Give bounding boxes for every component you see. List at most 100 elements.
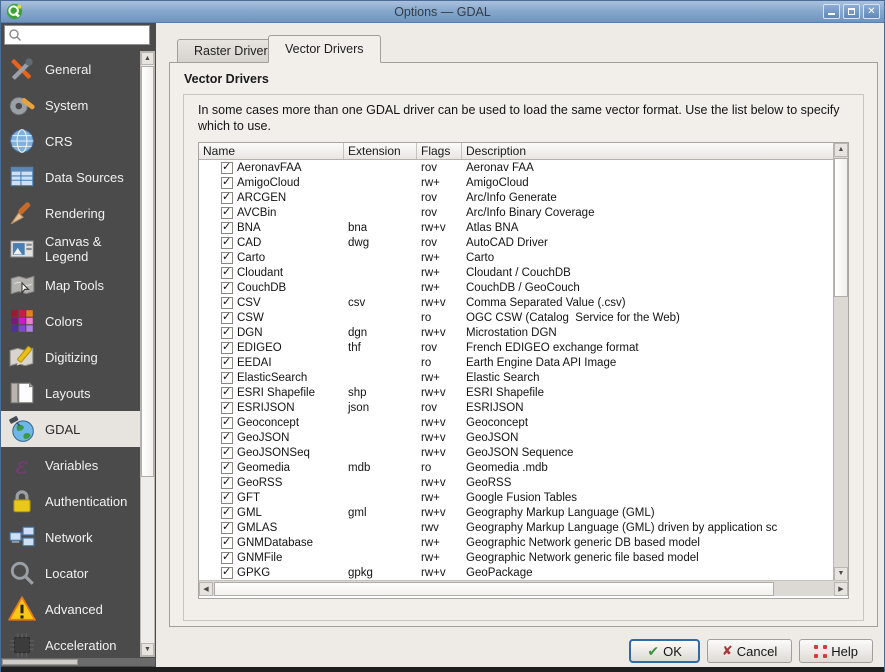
sidebar-item-gdal[interactable]: GDAL xyxy=(1,411,140,447)
sidebar-item-colors[interactable]: Colors xyxy=(1,303,140,339)
driver-checkbox[interactable]: ✓ xyxy=(221,267,233,279)
column-header-extension[interactable]: Extension xyxy=(344,143,417,159)
driver-row[interactable]: ✓GMLgmlrw+vGeography Markup Language (GM… xyxy=(199,505,835,520)
search-input[interactable] xyxy=(22,28,140,42)
table-vscroll-thumb[interactable] xyxy=(834,158,848,297)
driver-checkbox[interactable]: ✓ xyxy=(221,282,233,294)
sidebar-item-map-tools[interactable]: Map Tools xyxy=(1,267,140,303)
sidebar-item-locator[interactable]: Locator xyxy=(1,555,140,591)
driver-row[interactable]: ✓GNMDatabaserw+Geographic Network generi… xyxy=(199,535,835,550)
driver-checkbox[interactable]: ✓ xyxy=(221,357,233,369)
driver-row[interactable]: ✓BNAbnarw+vAtlas BNA xyxy=(199,220,835,235)
maximize-button[interactable] xyxy=(843,4,860,19)
driver-row[interactable]: ✓AVCBinrovArc/Info Binary Coverage xyxy=(199,205,835,220)
driver-row[interactable]: ✓CSWroOGC CSW (Catalog Service for the W… xyxy=(199,310,835,325)
driver-row[interactable]: ✓ESRIJSONjsonrovESRIJSON xyxy=(199,400,835,415)
scroll-down-icon[interactable]: ▼ xyxy=(834,567,848,581)
driver-row[interactable]: ✓DGNdgnrw+vMicrostation DGN xyxy=(199,325,835,340)
sidebar-item-canvas-legend[interactable]: Canvas & Legend xyxy=(1,231,140,267)
scroll-left-icon[interactable]: ◀ xyxy=(199,582,213,596)
sidebar-item-rendering[interactable]: Rendering xyxy=(1,195,140,231)
driver-checkbox[interactable]: ✓ xyxy=(221,447,233,459)
driver-checkbox[interactable]: ✓ xyxy=(221,207,233,219)
sidebar-item-advanced[interactable]: Advanced xyxy=(1,591,140,627)
driver-row[interactable]: ✓ARCGENrovArc/Info Generate xyxy=(199,190,835,205)
scroll-down-icon[interactable]: ▼ xyxy=(141,643,154,656)
driver-checkbox[interactable]: ✓ xyxy=(221,552,233,564)
driver-row[interactable]: ✓GMLASrwvGeography Markup Language (GML)… xyxy=(199,520,835,535)
sidebar-item-acceleration[interactable]: Acceleration xyxy=(1,627,140,657)
driver-checkbox[interactable]: ✓ xyxy=(221,177,233,189)
driver-checkbox[interactable]: ✓ xyxy=(221,312,233,324)
driver-checkbox[interactable]: ✓ xyxy=(221,477,233,489)
driver-checkbox[interactable]: ✓ xyxy=(221,297,233,309)
column-header-description[interactable]: Description xyxy=(462,143,835,159)
driver-row[interactable]: ✓Cloudantrw+Cloudant / CouchDB xyxy=(199,265,835,280)
close-button[interactable]: ✕ xyxy=(863,4,880,19)
driver-row[interactable]: ✓CSVcsvrw+vComma Separated Value (.csv) xyxy=(199,295,835,310)
sidebar-horizontal-scrollbar[interactable] xyxy=(1,658,155,666)
table-vertical-scrollbar[interactable]: ▲ ▼ xyxy=(833,143,848,581)
driver-row[interactable]: ✓Cartorw+Carto xyxy=(199,250,835,265)
minimize-button[interactable] xyxy=(823,4,840,19)
driver-row[interactable]: ✓GeoJSONrw+vGeoJSON xyxy=(199,430,835,445)
sidebar-item-layouts[interactable]: Layouts xyxy=(1,375,140,411)
driver-row[interactable]: ✓ESRI Shapefileshprw+vESRI Shapefile xyxy=(199,385,835,400)
sidebar-item-system[interactable]: System xyxy=(1,87,140,123)
table-horizontal-scrollbar[interactable]: ◀ ▶ xyxy=(199,580,848,596)
tab-vector-drivers[interactable]: Vector Drivers xyxy=(268,35,381,63)
sidebar-item-network[interactable]: Network xyxy=(1,519,140,555)
driver-checkbox[interactable]: ✓ xyxy=(221,507,233,519)
driver-checkbox[interactable]: ✓ xyxy=(221,237,233,249)
driver-row[interactable]: ✓CADdwgrovAutoCAD Driver xyxy=(199,235,835,250)
driver-checkbox[interactable]: ✓ xyxy=(221,327,233,339)
column-header-name[interactable]: Name xyxy=(199,143,344,159)
driver-row[interactable]: ✓ElasticSearchrw+Elastic Search xyxy=(199,370,835,385)
cancel-button[interactable]: ✘ Cancel xyxy=(707,639,792,663)
ok-button[interactable]: ✔ OK xyxy=(629,639,700,663)
window-bottom-edge[interactable] xyxy=(1,667,884,672)
scroll-up-icon[interactable]: ▲ xyxy=(141,52,154,65)
search-box[interactable] xyxy=(4,25,150,45)
driver-row[interactable]: ✓GPKGgpkgrw+vGeoPackage xyxy=(199,565,835,580)
help-button[interactable]: Help xyxy=(799,639,873,663)
driver-checkbox[interactable]: ✓ xyxy=(221,432,233,444)
driver-checkbox[interactable]: ✓ xyxy=(221,342,233,354)
driver-checkbox[interactable]: ✓ xyxy=(221,537,233,549)
driver-row[interactable]: ✓Geoconceptrw+vGeoconcept xyxy=(199,415,835,430)
driver-row[interactable]: ✓GFTrw+Google Fusion Tables xyxy=(199,490,835,505)
sidebar-scroll-thumb[interactable] xyxy=(141,66,154,477)
driver-checkbox[interactable]: ✓ xyxy=(221,522,233,534)
scroll-up-icon[interactable]: ▲ xyxy=(834,143,848,157)
driver-row[interactable]: ✓AeronavFAArovAeronav FAA xyxy=(199,160,835,175)
scroll-right-icon[interactable]: ▶ xyxy=(834,582,848,596)
driver-row[interactable]: ✓GeoJSONSeqrw+vGeoJSON Sequence xyxy=(199,445,835,460)
driver-checkbox[interactable]: ✓ xyxy=(221,402,233,414)
sidebar-item-crs[interactable]: CRS xyxy=(1,123,140,159)
driver-row[interactable]: ✓GeoRSSrw+vGeoRSS xyxy=(199,475,835,490)
sidebar-item-variables[interactable]: εVariables xyxy=(1,447,140,483)
sidebar-hscroll-thumb[interactable] xyxy=(2,659,78,665)
driver-checkbox[interactable]: ✓ xyxy=(221,372,233,384)
titlebar[interactable]: Options — GDAL ✕ xyxy=(1,1,884,23)
driver-checkbox[interactable]: ✓ xyxy=(221,417,233,429)
sidebar-item-digitizing[interactable]: Digitizing xyxy=(1,339,140,375)
driver-checkbox[interactable]: ✓ xyxy=(221,252,233,264)
sidebar-item-data-sources[interactable]: Data Sources xyxy=(1,159,140,195)
driver-checkbox[interactable]: ✓ xyxy=(221,222,233,234)
column-header-flags[interactable]: Flags xyxy=(417,143,462,159)
sidebar-item-general[interactable]: General xyxy=(1,51,140,87)
driver-row[interactable]: ✓AmigoCloudrw+AmigoCloud xyxy=(199,175,835,190)
driver-checkbox[interactable]: ✓ xyxy=(221,567,233,579)
driver-row[interactable]: ✓GNMFilerw+Geographic Network generic fi… xyxy=(199,550,835,565)
driver-checkbox[interactable]: ✓ xyxy=(221,462,233,474)
driver-checkbox[interactable]: ✓ xyxy=(221,162,233,174)
sidebar-vertical-scrollbar[interactable]: ▲ ▼ xyxy=(140,51,155,657)
driver-checkbox[interactable]: ✓ xyxy=(221,387,233,399)
sidebar-item-authentication[interactable]: Authentication xyxy=(1,483,140,519)
driver-row[interactable]: ✓EEDAIroEarth Engine Data API Image xyxy=(199,355,835,370)
driver-checkbox[interactable]: ✓ xyxy=(221,492,233,504)
driver-row[interactable]: ✓GeomediamdbroGeomedia .mdb xyxy=(199,460,835,475)
table-hscroll-thumb[interactable] xyxy=(214,582,774,596)
driver-row[interactable]: ✓EDIGEOthfrovFrench EDIGEO exchange form… xyxy=(199,340,835,355)
